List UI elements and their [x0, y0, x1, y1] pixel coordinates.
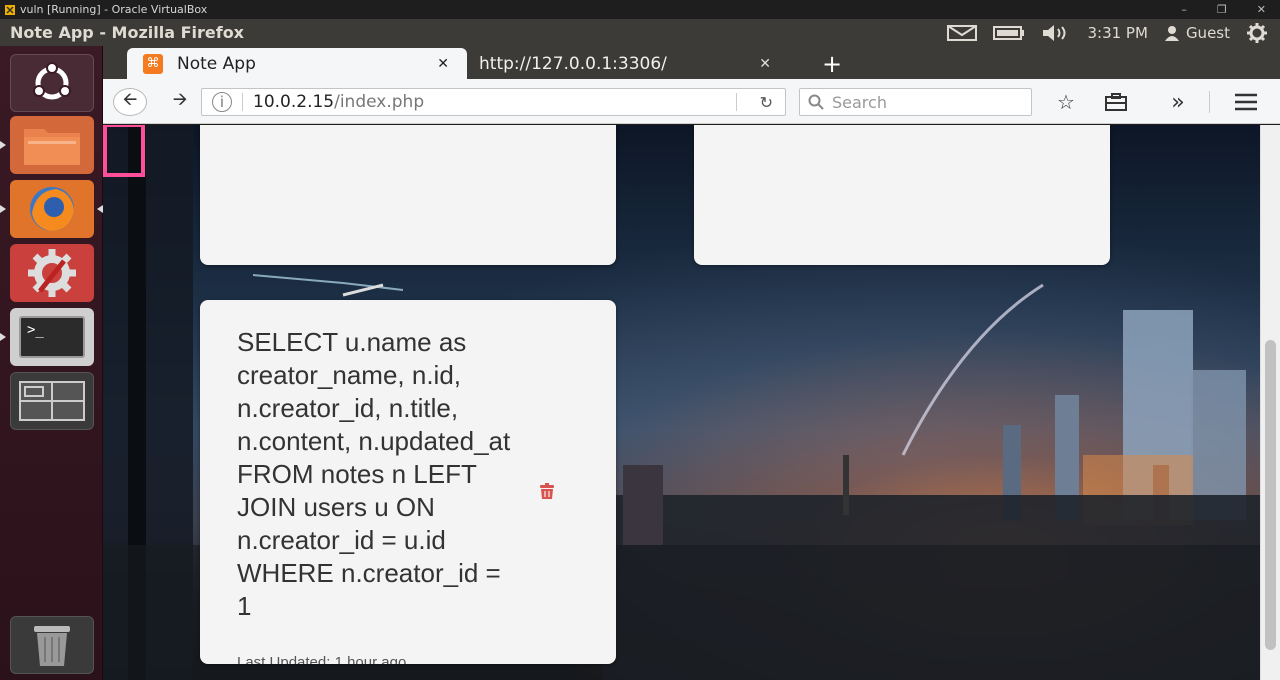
- navigation-toolbar: 🡨 🡪 i 10.0.2.15/index.php ↻ Search ☆ »: [103, 79, 1280, 124]
- launcher-files[interactable]: [0, 116, 94, 174]
- launcher-workspace-switcher[interactable]: [10, 372, 94, 430]
- url-bar[interactable]: i 10.0.2.15/index.php ↻: [201, 88, 786, 116]
- note-last-updated: Last Updated: 1 hour ago: [237, 654, 407, 664]
- volume-icon[interactable]: [1041, 24, 1071, 42]
- firefox-icon: [30, 187, 74, 231]
- tab-note-app[interactable]: ⌘ Note App ✕: [127, 48, 467, 79]
- window-title: Note App - Mozilla Firefox: [10, 23, 244, 42]
- restore-icon[interactable]: ❐: [1217, 3, 1227, 16]
- user-icon: [1164, 25, 1179, 41]
- page-scrollbar[interactable]: [1260, 125, 1280, 680]
- launcher-system-settings[interactable]: [10, 244, 94, 302]
- search-placeholder: Search: [832, 92, 887, 112]
- bookmark-star-button[interactable]: ☆: [1051, 88, 1081, 116]
- reload-icon[interactable]: ↻: [760, 93, 773, 112]
- workspace-grid-icon: [19, 381, 85, 421]
- hamburger-menu-button[interactable]: [1231, 88, 1261, 116]
- close-icon[interactable]: ✕: [1257, 3, 1266, 16]
- toolbar-divider: [1209, 91, 1210, 113]
- search-bar[interactable]: Search: [799, 88, 1032, 116]
- top-panel: Note App - Mozilla Firefox 3:31 PM Guest: [0, 19, 1280, 46]
- tab-close-icon[interactable]: ✕: [759, 56, 771, 72]
- tab-localhost-3306[interactable]: http://127.0.0.1:3306/ ✕: [469, 48, 789, 79]
- tab-label: http://127.0.0.1:3306/: [479, 53, 667, 74]
- site-info-icon[interactable]: i: [212, 92, 232, 112]
- trash-bin-icon: [34, 626, 70, 666]
- url-separator: [242, 93, 243, 111]
- page-viewport: SELECT u.name as creator_name, n.id, n.c…: [103, 125, 1260, 680]
- tab-label: Note App: [177, 53, 256, 74]
- library-button[interactable]: [1101, 88, 1131, 116]
- launcher-trash[interactable]: [10, 616, 94, 674]
- user-menu[interactable]: Guest: [1164, 24, 1230, 42]
- ubuntu-logo-icon: [33, 62, 71, 100]
- scrollbar-thumb[interactable]: [1265, 340, 1276, 650]
- settings-gear-icon: [28, 249, 76, 297]
- reload-separator: [736, 93, 737, 111]
- virtualbox-icon: [5, 4, 15, 15]
- delete-note-icon[interactable]: [538, 482, 556, 500]
- overflow-menu-button[interactable]: »: [1163, 88, 1193, 116]
- forward-button[interactable]: 🡪: [165, 88, 195, 116]
- launcher-dash[interactable]: [10, 54, 94, 112]
- mail-icon[interactable]: [947, 24, 978, 41]
- note-card: [200, 125, 616, 265]
- back-button[interactable]: 🡨: [113, 88, 147, 116]
- note-content: SELECT u.name as creator_name, n.id, n.c…: [237, 327, 511, 621]
- tab-strip: ⌘ Note App ✕ http://127.0.0.1:3306/ ✕ +: [103, 46, 1280, 79]
- briefcase-icon: [1105, 93, 1127, 111]
- clock[interactable]: 3:31 PM: [1087, 24, 1147, 42]
- user-name: Guest: [1185, 23, 1230, 42]
- hamburger-icon: [1235, 93, 1257, 111]
- battery-icon[interactable]: [993, 25, 1025, 41]
- url-path: /index.php: [334, 92, 425, 112]
- note-card: SELECT u.name as creator_name, n.id, n.c…: [200, 300, 616, 664]
- url-host: 10.0.2.15: [253, 92, 335, 112]
- star-icon: ☆: [1057, 90, 1075, 114]
- note-card: [694, 125, 1110, 265]
- launcher-terminal[interactable]: >_: [0, 308, 94, 366]
- double-chevron-right-icon: »: [1171, 89, 1185, 115]
- launcher-firefox[interactable]: [0, 180, 103, 238]
- terminal-icon: >_: [19, 316, 85, 358]
- arrow-left-icon: 🡨: [122, 89, 138, 110]
- note-app-favicon-icon: ⌘: [143, 53, 163, 74]
- power-gear-icon[interactable]: [1246, 22, 1268, 44]
- unity-launcher: >_: [0, 46, 103, 680]
- magnifier-icon: [808, 94, 824, 110]
- arrow-right-icon: 🡪: [172, 89, 188, 110]
- folder-icon: [24, 129, 80, 165]
- vbox-title: vuln [Running] - Oracle VirtualBox: [20, 3, 208, 16]
- vbox-title-bar: vuln [Running] - Oracle VirtualBox – ❐ ✕: [0, 0, 1280, 19]
- new-tab-button[interactable]: +: [817, 48, 847, 79]
- tab-close-icon[interactable]: ✕: [437, 56, 449, 72]
- minimize-icon[interactable]: –: [1181, 3, 1187, 16]
